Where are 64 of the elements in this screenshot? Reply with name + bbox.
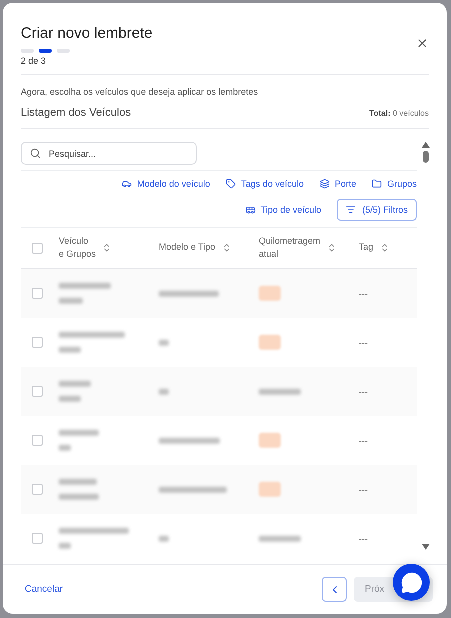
filters-button[interactable]: (5/5) Filtros <box>337 199 417 221</box>
filter-link[interactable]: Tipo de veículo <box>246 205 322 215</box>
speech-bubble-icon <box>400 572 422 594</box>
tag-cell-text: --- <box>359 436 369 446</box>
list-title: Listagem dos Veículos <box>21 107 132 119</box>
step-label: 2 de 3 <box>21 56 48 66</box>
blurred-vehicle-name <box>59 528 129 549</box>
row-checkbox[interactable] <box>32 337 43 348</box>
filter-link[interactable]: Tags do veículo <box>226 179 304 189</box>
dialog-title: Criar novo lembrete <box>21 25 153 42</box>
blurred-vehicle-name <box>59 381 91 402</box>
sort-icon[interactable] <box>222 242 232 253</box>
row-checkbox[interactable] <box>32 533 43 544</box>
row-checkbox[interactable] <box>32 435 43 446</box>
filter-link[interactable]: Grupos <box>372 179 417 189</box>
blurred-model <box>159 536 169 542</box>
sort-icon[interactable] <box>380 242 390 253</box>
filter-link[interactable]: Modelo do veículo <box>122 179 210 189</box>
blurred-model <box>159 438 220 444</box>
row-checkbox[interactable] <box>32 386 43 397</box>
column-header: Veículo e Grupos <box>59 234 96 261</box>
blurred-model <box>159 290 219 296</box>
car-icon <box>122 179 132 189</box>
row-checkbox[interactable] <box>32 288 43 299</box>
stack-icon <box>320 179 330 189</box>
tag-cell-text: --- <box>359 534 369 544</box>
column-header: Quilometragem atual <box>259 234 321 261</box>
search-icon <box>30 148 41 159</box>
blurred-model <box>159 486 227 492</box>
column-header: Tag <box>359 241 374 254</box>
folder-icon <box>372 179 382 189</box>
search-field[interactable]: Pesquisar... <box>21 142 197 165</box>
vehicle-icon <box>246 205 256 215</box>
select-all-checkbox[interactable] <box>32 242 43 254</box>
blurred-mileage <box>259 536 301 542</box>
blurred-model <box>159 388 169 394</box>
tag-cell-text: --- <box>359 288 369 298</box>
scrollbar-thumb[interactable] <box>423 151 429 163</box>
blurred-model <box>159 340 169 346</box>
blurred-vehicle-name <box>59 283 111 304</box>
tag-icon <box>226 179 236 189</box>
blurred-vehicle-name <box>59 332 125 353</box>
tag-cell-text: --- <box>359 386 369 396</box>
filter-link[interactable]: Porte <box>320 179 356 189</box>
scroll-down-icon[interactable] <box>422 544 430 550</box>
column-header: Modelo e Tipo <box>159 241 216 254</box>
blurred-mileage-badge <box>259 335 281 350</box>
blurred-vehicle-name <box>59 430 99 451</box>
row-checkbox[interactable] <box>32 484 43 495</box>
cancel-link[interactable]: Cancelar <box>25 584 64 595</box>
blurred-vehicle-name <box>59 479 99 500</box>
total-count: Total: 0 veículos <box>370 108 429 118</box>
blurred-mileage-badge <box>259 433 281 448</box>
blurred-mileage-badge <box>259 482 281 497</box>
instruction-text: Agora, escolha os veículos que deseja aplicar os lembretes <box>21 87 260 97</box>
back-button[interactable] <box>322 577 347 602</box>
filter-icon <box>346 205 356 215</box>
tag-cell-text: --- <box>359 484 369 494</box>
tag-cell-text: --- <box>359 338 369 348</box>
sort-icon[interactable] <box>102 243 112 253</box>
blurred-mileage <box>259 388 301 394</box>
blurred-mileage-badge <box>259 286 281 301</box>
sort-icon[interactable] <box>326 243 337 253</box>
close-button[interactable] <box>416 37 429 50</box>
